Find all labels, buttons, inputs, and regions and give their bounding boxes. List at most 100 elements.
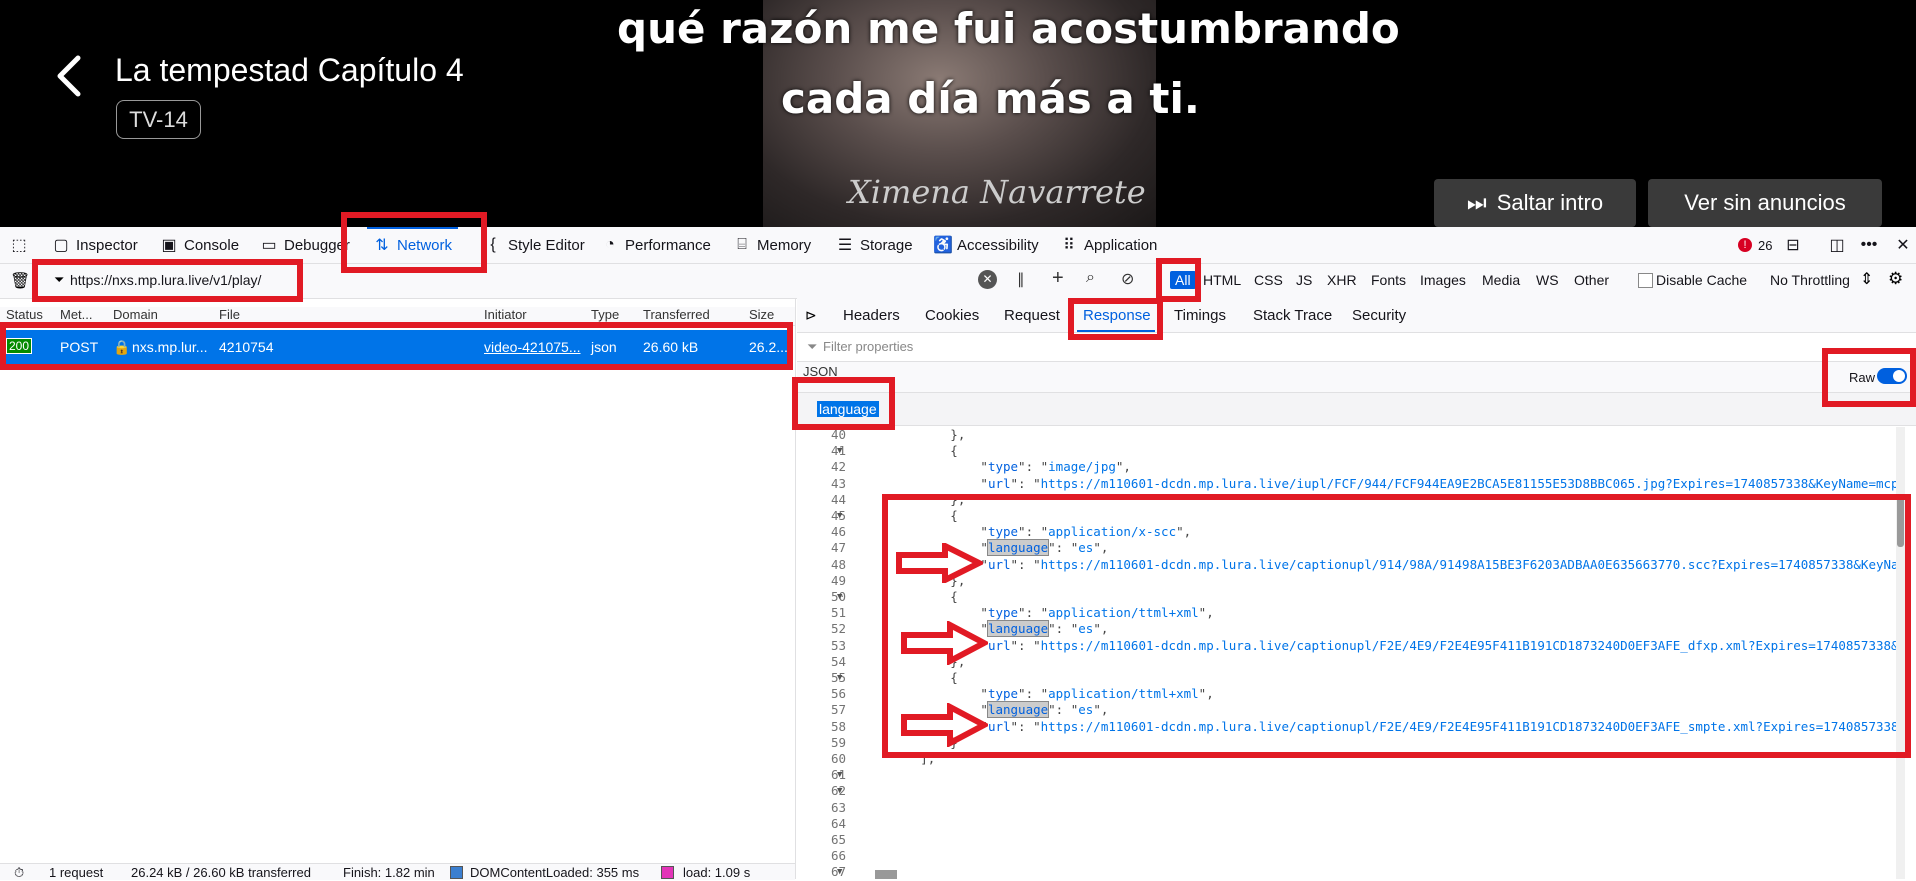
pause-icon[interactable]: ∥ — [1017, 270, 1025, 288]
clear-filter-icon[interactable]: ✕ — [978, 270, 997, 289]
disable-cache-checkbox[interactable] — [1638, 273, 1653, 288]
type-filter-html[interactable]: HTML — [1203, 272, 1241, 288]
col-size[interactable]: Size — [749, 307, 774, 322]
col-status[interactable]: Status — [6, 307, 43, 322]
line-number: 52 — [830, 621, 846, 637]
type-filter-images[interactable]: Images — [1420, 272, 1466, 288]
performance-icon: ◔ — [605, 236, 615, 253]
type-filter-css[interactable]: CSS — [1254, 272, 1283, 288]
tab-memory-label: Memory — [757, 236, 812, 254]
line-number: 64 — [830, 815, 846, 831]
code-line: "url": "https://m110601-dcdn.mp.lura.liv… — [860, 475, 1899, 491]
url-filter-input[interactable]: https://nxs.mp.lura.live/v1/play/ — [70, 272, 261, 288]
tab-stack-trace[interactable]: Stack Trace — [1253, 307, 1332, 324]
type-filter-other[interactable]: Other — [1574, 272, 1609, 288]
col-domain[interactable]: Domain — [113, 307, 158, 322]
no-ads-button[interactable]: Ver sin anuncios — [1648, 179, 1882, 227]
toggle-sidebar-icon[interactable]: ⊳ — [805, 307, 817, 324]
tab-headers[interactable]: Headers — [843, 307, 900, 324]
trash-icon[interactable]: 🗑 — [10, 271, 30, 291]
responsive-mode-button[interactable]: ⊟ — [1784, 227, 1802, 263]
fold-chevron-icon[interactable]: ▼ — [837, 673, 842, 683]
fold-chevron-icon[interactable]: ▼ — [837, 511, 842, 521]
skip-intro-button[interactable]: ⏭ Saltar intro — [1434, 179, 1636, 227]
throttle-arrows-icon: ⇕ — [1860, 271, 1874, 288]
fold-chevron-icon[interactable]: ▼ — [837, 867, 842, 877]
video-player[interactable]: qué razón me fui acostumbrando cada día … — [0, 0, 1916, 227]
tab-debugger[interactable]: ▭ Debugger — [260, 227, 349, 263]
col-method[interactable]: Met... — [60, 307, 93, 322]
search-bar[interactable]: language — [797, 393, 1916, 426]
back-arrow-icon[interactable] — [50, 52, 90, 100]
type-cell: json — [591, 339, 617, 355]
tab-security[interactable]: Security — [1352, 307, 1406, 324]
block-icon[interactable]: ⊘ — [1121, 269, 1134, 289]
add-icon[interactable]: + — [1052, 267, 1064, 290]
fold-chevron-icon[interactable]: ▼ — [837, 770, 842, 780]
error-count: 26 — [1758, 237, 1773, 253]
property-filter[interactable]: ⏷ Filter properties — [797, 333, 1916, 362]
finish-time: Finish: 1.82 min — [343, 865, 435, 880]
search-term[interactable]: language — [817, 401, 879, 417]
throttling-select[interactable]: No Throttling — [1770, 272, 1850, 288]
col-type[interactable]: Type — [591, 307, 619, 322]
tab-cookies[interactable]: Cookies — [925, 307, 979, 324]
line-number: 44 — [830, 491, 846, 507]
error-count-badge[interactable]: ! 26 — [1738, 227, 1772, 263]
tab-memory[interactable]: ⌸ Memory — [733, 227, 811, 263]
fold-chevron-icon[interactable]: ▼ — [837, 592, 842, 602]
details-tabs: ⊳ Headers Cookies Request Response Timin… — [797, 298, 1916, 333]
type-filter-media[interactable]: Media — [1482, 272, 1520, 288]
scrollbar-horizontal[interactable] — [875, 870, 897, 879]
skip-intro-label: Saltar intro — [1496, 190, 1604, 215]
tab-performance[interactable]: ◔ Performance — [601, 227, 711, 263]
fold-chevron-icon[interactable]: ▼ — [837, 786, 842, 796]
tab-response[interactable]: Response — [1083, 307, 1151, 324]
fold-chevron-icon[interactable]: ▼ — [837, 446, 842, 456]
tab-accessibility[interactable]: ♿ Accessibility — [933, 227, 1039, 263]
close-devtools-button[interactable]: ✕ — [1894, 227, 1912, 263]
col-file[interactable]: File — [219, 307, 240, 322]
method-cell: POST — [60, 339, 99, 355]
col-initiator[interactable]: Initiator — [484, 307, 527, 322]
network-filter-bar: 🗑 ⏷ https://nxs.mp.lura.live/v1/play/ ✕ … — [0, 264, 1916, 299]
type-filter-js[interactable]: JS — [1296, 272, 1312, 288]
tab-storage[interactable]: ☰ Storage — [836, 227, 913, 263]
tab-style-editor[interactable]: {Style Editor — [484, 227, 584, 263]
code-line: "type": "application/x-scc", — [860, 524, 1192, 540]
dock-button[interactable]: ◫ — [1828, 227, 1846, 263]
tab-inspector[interactable]: ▢ Inspector — [52, 227, 137, 263]
transferred-cell: 26.60 kB — [643, 339, 699, 355]
line-number: 51 — [830, 605, 846, 621]
type-filter-fonts[interactable]: Fonts — [1371, 272, 1406, 288]
tab-console[interactable]: ▣ Console — [160, 227, 239, 263]
console-icon: ▣ — [161, 237, 177, 254]
line-number: 53 — [830, 637, 846, 653]
request-count: 1 request — [49, 865, 104, 880]
response-code-view[interactable]: 40 41 ▼ 42 43 44 45 ▼ 46 47 48 49 50 ▼ 51 52 53 54 55 ▼ 56 57… — [797, 427, 1905, 879]
tab-application[interactable]: ⠿ Application — [1060, 227, 1157, 263]
raw-toggle[interactable] — [1877, 368, 1907, 384]
json-label: JSON — [803, 364, 838, 379]
type-filter-all[interactable]: All — [1170, 271, 1196, 289]
subtitle-line-2: cada día más a ti. — [781, 74, 1200, 123]
scrollbar-vertical[interactable] — [1896, 427, 1905, 879]
col-transferred[interactable]: Transferred — [643, 307, 710, 322]
type-filter-xhr[interactable]: XHR — [1327, 272, 1357, 288]
error-icon: ! — [1738, 238, 1752, 252]
pick-element-button[interactable]: ⬚ — [10, 227, 28, 263]
search-icon[interactable]: ⌕ — [1086, 269, 1095, 287]
panel-divider[interactable] — [795, 298, 796, 879]
tab-timings[interactable]: Timings — [1174, 307, 1226, 324]
inspector-icon: ▢ — [53, 237, 69, 254]
table-row[interactable]: 200 POST 🔒 nxs.mp.lur... 4210754 video-4… — [0, 330, 792, 364]
transfer-size: 26.24 kB / 26.60 kB transferred — [131, 865, 311, 880]
tab-request[interactable]: Request — [1004, 307, 1060, 324]
type-filter-ws[interactable]: WS — [1536, 272, 1559, 288]
initiator-link[interactable]: video-421075... — [484, 339, 581, 355]
code-line: "type": "application/ttml+xml", — [860, 686, 1214, 702]
settings-gear-icon[interactable]: ⚙ — [1888, 269, 1903, 289]
more-options-button[interactable]: ••• — [1860, 227, 1878, 263]
tab-network[interactable]: ⇅ Network — [366, 227, 459, 263]
rating-badge: TV-14 — [116, 100, 201, 139]
